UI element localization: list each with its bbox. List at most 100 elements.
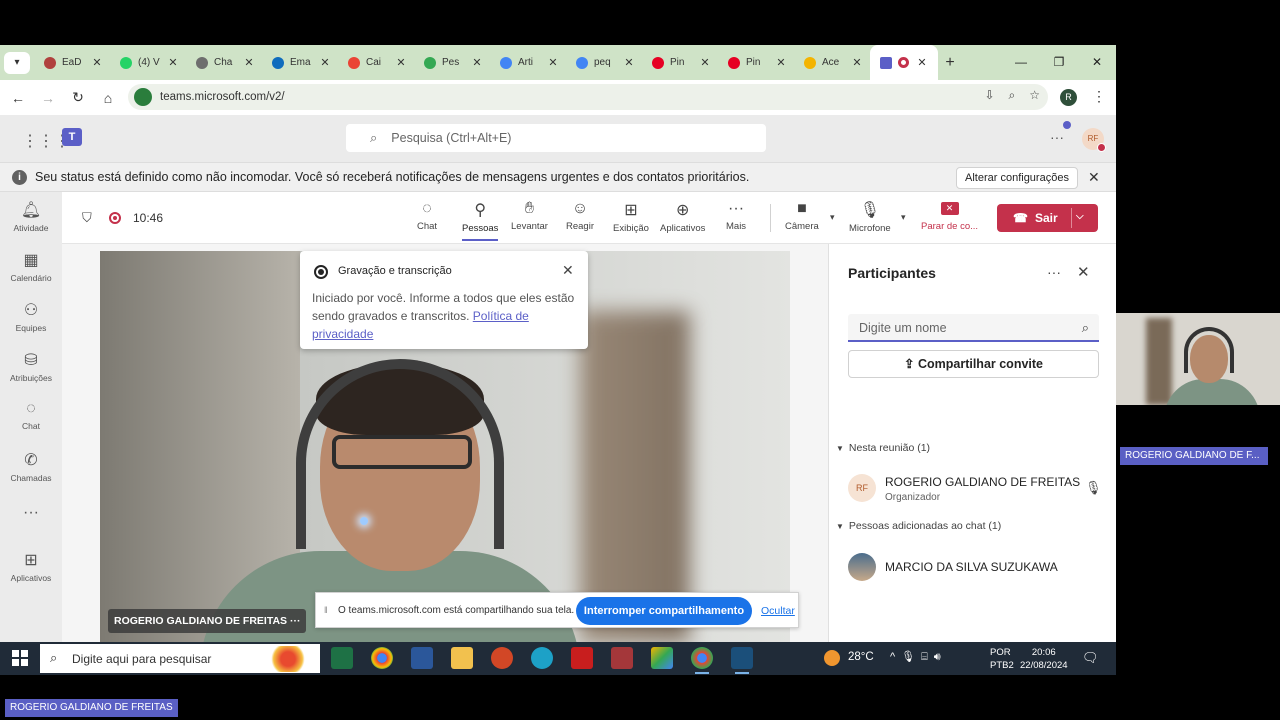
browser-menu-icon[interactable]: ⋮ [1092,88,1106,105]
close-icon[interactable]: ✕ [90,56,104,69]
notifications-icon[interactable]: 🗨︎ [1082,650,1099,666]
rail-item-calendar[interactable]: ▦ Calendário [0,250,62,283]
browser-tab[interactable]: peq ✕ [566,45,642,80]
omnibox[interactable]: teams.microsoft.com/v2/ ⇩ ⌕ ☆ [128,84,1048,110]
apps-button[interactable]: ⊕ Aplicativos [660,200,705,234]
participant-name[interactable]: MARCIO DA SILVA SUZUKAWA [885,560,1058,574]
close-icon[interactable]: ✕ [470,56,484,69]
raise-hand-button[interactable]: ✋︎ Levantar [511,200,548,232]
browser-tab[interactable]: Arti ✕ [490,45,566,80]
rail-item-calls[interactable]: ✆ Chamadas [0,450,62,483]
close-icon[interactable]: ✕ [242,56,256,69]
mic-options-chevron-icon[interactable]: ▾ [901,212,906,223]
more-options-icon[interactable]: ··· [1050,129,1064,145]
browser-tab[interactable]: Ace ✕ [794,45,870,80]
zoom-icon[interactable]: ⌕ [1009,88,1016,103]
close-icon[interactable]: ✕ [166,56,180,69]
microphone-button[interactable]: 🎙︎ Microfone [849,200,891,234]
bookmark-star-icon[interactable]: ☆ [1029,88,1040,103]
browser-tab[interactable]: Ema ✕ [262,45,338,80]
browser-tab[interactable]: (4) V ✕ [110,45,186,80]
leave-button[interactable]: ☎ Sair ⌵ [997,204,1098,232]
panel-more-icon[interactable]: ··· [1047,264,1061,280]
leave-options-chevron-icon[interactable]: ⌵ [1076,211,1084,222]
minimize-button[interactable]: — [1002,45,1040,80]
home-button[interactable]: ⌂ [93,90,123,106]
rail-item-more[interactable]: ··· [0,504,62,525]
clock[interactable]: 20:06 22/08/2024 [1020,646,1068,672]
participant-name[interactable]: ROGERIO GALDIANO DE FREITAS [885,475,1080,489]
acrobat-icon[interactable] [571,647,593,669]
user-avatar[interactable]: RF [1082,128,1106,152]
app-window-icon[interactable] [731,647,753,674]
weather-icon[interactable] [824,650,840,666]
close-icon[interactable]: ✕ [622,56,636,69]
tab-label: Ace [822,57,840,68]
close-icon[interactable]: ✕ [850,56,864,69]
site-info-icon[interactable] [134,88,152,106]
close-icon[interactable]: ✕ [562,262,574,279]
close-icon[interactable]: ✕ [915,56,929,69]
rail-item-activity[interactable]: 🔔︎ Atividade [0,200,62,233]
browser-tab[interactable]: Pin ✕ [642,45,718,80]
browser-tab[interactable]: Cha ✕ [186,45,262,80]
back-button[interactable]: ← [3,90,33,106]
temperature[interactable]: 28°C [848,651,874,663]
reload-button[interactable]: ↻ [63,89,93,106]
profile-avatar[interactable]: R [1060,89,1077,106]
browser-tab[interactable]: Cai ✕ [338,45,414,80]
stop-sharing-button[interactable]: ✕ Parar de co... [921,200,978,232]
close-icon[interactable]: ✕ [774,56,788,69]
browser-tab[interactable]: Pes ✕ [414,45,490,80]
drag-handle-icon[interactable]: ‖ [324,605,328,615]
stop-sharing-chrome-button[interactable]: Interromper compartilhamento [576,597,752,625]
install-app-icon[interactable]: ⇩ [984,88,994,103]
close-icon[interactable]: ✕ [698,56,712,69]
windows-start-icon[interactable] [12,650,28,666]
file-explorer-icon[interactable] [451,647,473,669]
access-icon[interactable] [611,647,633,669]
taskbar-search-box[interactable]: ⌕ Digite aqui para pesquisar [40,644,320,673]
restore-button[interactable]: ❐ [1040,45,1078,80]
section-chat[interactable]: ▼ Pessoas adicionadas ao chat (1) [836,520,1001,532]
photos-icon[interactable] [651,647,673,669]
excel-icon[interactable] [331,647,353,669]
chrome-icon[interactable] [371,647,393,669]
rail-item-teams[interactable]: ⚇ Equipes [0,300,62,333]
language-indicator[interactable]: POR PTB2 [990,646,1014,672]
people-button[interactable]: ⚲ Pessoas [462,200,499,241]
close-banner-icon[interactable]: ✕ [1088,169,1100,186]
rail-item-assignments[interactable]: ⛁ Atribuições [0,350,62,383]
browser-tab[interactable]: EaD ✕ [34,45,110,80]
view-button[interactable]: ⊞ Exibição [613,200,649,234]
tab-teams-active[interactable]: ✕ [870,45,938,80]
share-invite-button[interactable]: ⇪ Compartilhar convite [848,350,1099,378]
browser-tab[interactable]: Pin ✕ [718,45,794,80]
word-icon[interactable] [411,647,433,669]
camera-button[interactable]: ■ Câmera [785,200,819,232]
change-settings-button[interactable]: Alterar configurações [956,167,1078,189]
react-button[interactable]: ☺ Reagir [566,200,594,232]
search-box[interactable]: ⌕ Pesquisa (Ctrl+Alt+E) [346,124,766,152]
chat-button[interactable]: ◌ Chat [417,200,437,232]
close-icon[interactable]: ✕ [546,56,560,69]
close-window-button[interactable]: ✕ [1078,45,1116,80]
edge-icon[interactable] [531,647,553,669]
forward-button[interactable]: → [33,90,63,106]
tab-search-button[interactable]: ▾ [4,51,30,74]
participant-search-input[interactable]: Digite um nome ⌕ [848,314,1099,342]
new-tab-button[interactable]: + [938,54,962,72]
hide-link[interactable]: Ocultar [761,605,795,617]
camera-options-chevron-icon[interactable]: ▾ [830,212,835,223]
video-name-tag[interactable]: ROGERIO GALDIANO DE FREITAS ··· [108,609,307,633]
rail-item-chat[interactable]: ◌ Chat [0,400,62,431]
chrome-profile-icon[interactable] [691,647,713,674]
close-icon[interactable]: ✕ [318,56,332,69]
close-panel-icon[interactable]: ✕ [1077,263,1090,281]
close-icon[interactable]: ✕ [394,56,408,69]
rail-item-apps[interactable]: ⊞ Aplicativos [0,550,62,583]
system-tray-icons[interactable]: ^🎙︎⌸🔊︎ [890,650,947,664]
more-button[interactable]: ··· Mais [726,200,746,232]
powerpoint-icon[interactable] [491,647,513,669]
section-in-meeting[interactable]: ▼ Nesta reunião (1) [836,442,930,454]
